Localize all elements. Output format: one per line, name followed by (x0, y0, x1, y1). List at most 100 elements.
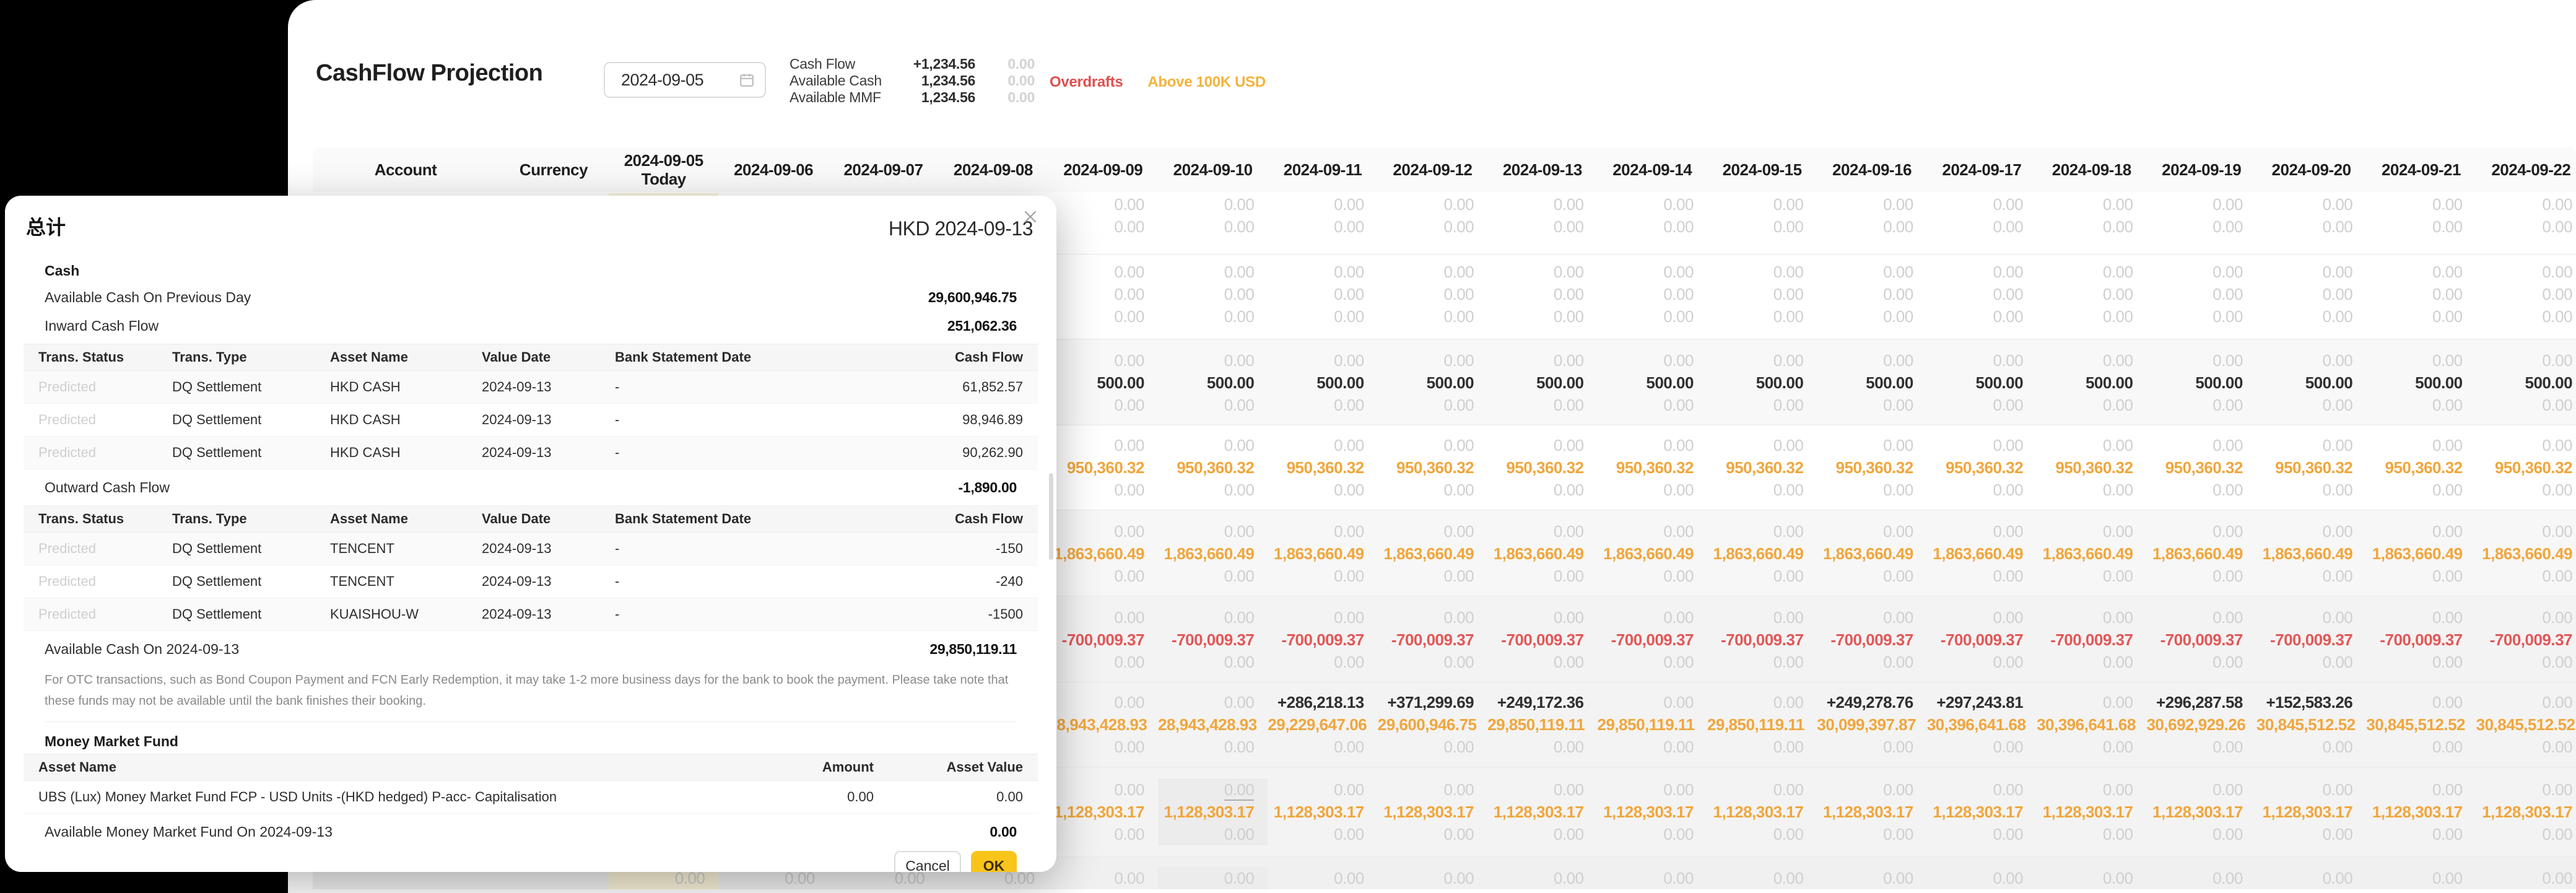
value-cell[interactable]: 0.00 (1048, 736, 1158, 758)
value-cell[interactable]: 29,850,119.11 (1487, 713, 1597, 736)
value-cell[interactable]: 0.00 (2256, 867, 2366, 889)
value-cell[interactable]: 0.00 (2037, 823, 2146, 845)
value-cell[interactable]: 0.00 (1817, 479, 1926, 501)
value-cell[interactable]: 0.00 (1048, 606, 1158, 629)
value-cell[interactable]: 0.00 (1158, 216, 1268, 238)
value-cell[interactable]: 0.00 (1487, 261, 1597, 283)
value-cell[interactable]: 0.00 (1378, 479, 1487, 501)
value-cell[interactable]: 500.00 (2366, 372, 2476, 394)
value-cell[interactable]: 0.00 (1487, 349, 1597, 372)
value-cell[interactable]: 0.00 (1927, 778, 2037, 801)
value-cell[interactable]: 29,229,647.06 (1268, 713, 1377, 736)
value-cell[interactable]: 0.00 (1817, 216, 1926, 238)
value-cell[interactable]: 0.00 (1048, 216, 1158, 238)
value-cell[interactable]: 500.00 (1378, 372, 1487, 394)
value-cell[interactable]: 0.00 (2146, 193, 2256, 216)
value-cell[interactable]: 1,863,660.49 (1378, 542, 1487, 565)
value-cell[interactable]: 0.00 (2037, 349, 2146, 372)
value-cell[interactable]: 0.00 (1378, 216, 1487, 238)
value-cell[interactable]: 0.00 (1268, 606, 1377, 629)
value-cell[interactable]: 0.00 (1158, 651, 1268, 673)
value-cell[interactable]: 0.00 (1598, 606, 1707, 629)
value-cell[interactable]: 0.00 (1487, 283, 1597, 305)
value-cell[interactable]: 0.00 (1157, 778, 1268, 801)
value-cell[interactable]: 0.00 (1378, 736, 1487, 758)
value-cell[interactable]: 1,128,303.17 (1817, 801, 1926, 823)
value-cell[interactable]: 0.00 (2256, 736, 2366, 758)
value-cell[interactable]: 0.00 (2256, 193, 2366, 216)
value-cell[interactable]: 0.00 (2366, 691, 2476, 713)
value-cell[interactable]: 0.00 (1707, 394, 1817, 416)
value-cell[interactable]: +297,243.81 (1927, 691, 2037, 713)
value-cell[interactable]: 0.00 (1158, 736, 1268, 758)
value-cell[interactable]: 0.00 (2366, 283, 2476, 305)
value-cell[interactable]: 0.00 (1158, 349, 1268, 372)
value-cell[interactable]: 0.00 (2476, 691, 2576, 713)
value-cell[interactable]: 0.00 (2256, 479, 2366, 501)
value-cell[interactable]: 1,863,660.49 (1817, 542, 1926, 565)
value-cell[interactable]: 0.00 (2476, 606, 2576, 629)
value-cell[interactable]: 1,128,303.17 (1268, 801, 1377, 823)
value-cell[interactable]: 0.00 (1158, 691, 1268, 713)
value-cell[interactable]: 0.00 (2146, 736, 2256, 758)
value-cell[interactable]: 0.00 (1487, 823, 1597, 845)
value-cell[interactable]: 0.00 (1707, 778, 1817, 801)
value-cell[interactable]: 500.00 (1268, 372, 1377, 394)
value-cell[interactable]: 0.00 (1598, 691, 1707, 713)
value-cell[interactable]: 500.00 (2256, 372, 2366, 394)
value-cell[interactable]: -700,009.37 (2256, 629, 2366, 651)
value-cell[interactable]: 500.00 (1598, 372, 1707, 394)
value-cell[interactable]: 0.00 (1487, 216, 1597, 238)
value-cell[interactable]: 0.00 (1487, 565, 1597, 587)
value-cell[interactable]: 0.00 (1817, 305, 1926, 328)
value-cell[interactable]: 0.00 (1707, 736, 1817, 758)
value-cell[interactable]: 0.00 (1598, 778, 1707, 801)
value-cell[interactable]: +286,218.13 (1268, 691, 1377, 713)
value-cell[interactable]: 0.00 (1927, 736, 2037, 758)
value-cell[interactable]: 0.00 (2256, 349, 2366, 372)
value-cell[interactable]: 1,128,303.17 (1048, 801, 1158, 823)
value-cell[interactable]: 0.00 (1378, 565, 1487, 587)
value-cell[interactable]: 0.00 (2037, 394, 2146, 416)
value-cell[interactable]: 1,863,660.49 (2256, 542, 2366, 565)
value-cell[interactable]: 0.00 (2366, 565, 2476, 587)
value-cell[interactable]: 0.00 (1268, 261, 1377, 283)
value-cell[interactable]: 0.00 (2146, 349, 2256, 372)
value-cell[interactable]: 0.00 (1487, 520, 1597, 542)
value-cell[interactable]: 0.00 (1268, 216, 1377, 238)
value-cell[interactable]: 0.00 (1487, 394, 1597, 416)
value-cell[interactable]: 950,360.32 (2037, 456, 2146, 479)
value-cell[interactable]: 0.00 (2476, 349, 2576, 372)
value-cell[interactable]: 0.00 (2476, 823, 2576, 845)
value-cell[interactable]: 0.00 (1158, 606, 1268, 629)
value-cell[interactable]: 0.00 (2366, 778, 2476, 801)
value-cell[interactable]: 0.00 (1048, 394, 1158, 416)
value-cell[interactable]: 950,360.32 (2476, 456, 2576, 479)
value-cell[interactable]: 0.00 (1707, 349, 1817, 372)
value-cell[interactable]: 0.00 (1048, 349, 1158, 372)
value-cell[interactable]: 1,128,303.17 (1157, 801, 1268, 823)
value-cell[interactable]: 0.00 (1378, 193, 1487, 216)
value-cell[interactable]: 30,845,512.52 (2476, 713, 2576, 736)
value-cell[interactable]: 0.00 (1817, 736, 1926, 758)
value-cell[interactable]: 950,360.32 (1268, 456, 1377, 479)
value-cell[interactable]: 0.00 (1048, 520, 1158, 542)
value-cell[interactable]: 0.00 (1817, 394, 1926, 416)
value-cell[interactable]: 0.00 (1817, 606, 1926, 629)
value-cell[interactable]: 1,863,660.49 (2366, 542, 2476, 565)
value-cell[interactable]: 0.00 (1927, 349, 2037, 372)
value-cell[interactable]: 0.00 (1817, 867, 1926, 889)
value-cell[interactable]: 0.00 (1707, 565, 1817, 587)
value-cell[interactable]: 0.00 (1927, 261, 2037, 283)
value-cell[interactable]: 0.00 (1268, 565, 1377, 587)
value-cell[interactable]: 0.00 (1927, 823, 2037, 845)
value-cell[interactable]: -700,009.37 (1927, 629, 2037, 651)
value-cell[interactable]: 0.00 (1707, 867, 1817, 889)
value-cell[interactable]: 0.00 (1048, 305, 1158, 328)
value-cell[interactable]: -700,009.37 (2146, 629, 2256, 651)
value-cell[interactable]: 0.00 (2037, 867, 2146, 889)
value-cell[interactable]: -700,009.37 (1268, 629, 1377, 651)
value-cell[interactable]: 0.00 (1598, 283, 1707, 305)
value-cell[interactable]: 0.00 (1268, 394, 1377, 416)
value-cell[interactable]: 1,863,660.49 (1048, 542, 1158, 565)
